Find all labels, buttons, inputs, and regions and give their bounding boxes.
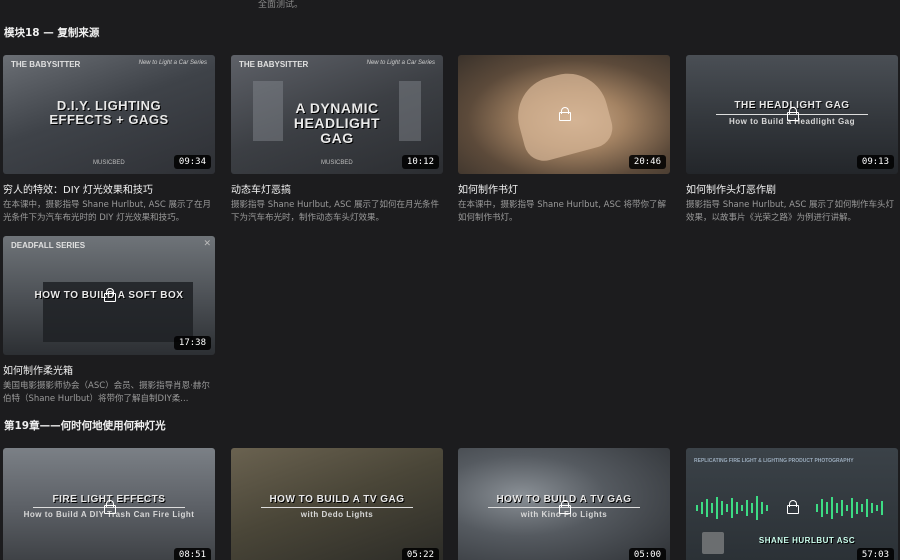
lesson-title[interactable]: 如何制作书灯: [458, 181, 670, 196]
thumb-heading: HOW TO BUILD A TV GAG: [269, 494, 405, 505]
thumb-heading: D.I.Y. LIGHTING EFFECTS + GAGS: [49, 98, 169, 127]
lesson-thumbnail[interactable]: REPLICATING FIRE LIGHT & LIGHTING PRODUC…: [686, 448, 898, 560]
lesson-title[interactable]: 如何制作头灯恶作剧: [686, 181, 898, 196]
lesson-thumbnail[interactable]: DEADFALL SERIES ✕ HOW TO BUILD A SOFT BO…: [3, 236, 215, 355]
video-duration: 05:22: [401, 548, 439, 560]
thumb-series-subtitle: New to Light a Car Series: [366, 60, 435, 66]
thumb-series-label: DEADFALL SERIES: [11, 241, 86, 250]
lesson-thumbnail[interactable]: THE BABYSITTER New to Light a Car Series…: [231, 55, 443, 174]
lesson-card-soft-box[interactable]: DEADFALL SERIES ✕ HOW TO BUILD A SOFT BO…: [3, 236, 215, 405]
lesson-thumbnail[interactable]: 20:46: [458, 55, 670, 174]
lesson-title[interactable]: 穷人的特效：DIY 灯光效果和技巧: [3, 181, 215, 196]
lock-icon: [787, 106, 799, 122]
lesson-title[interactable]: 如何制作柔光箱: [3, 362, 215, 377]
lock-icon: [104, 499, 116, 515]
thumb-series-label: THE BABYSITTER: [239, 60, 309, 69]
lesson-card-dynamic-headlight[interactable]: THE BABYSITTER New to Light a Car Series…: [231, 55, 443, 224]
lesson-thumbnail[interactable]: HOW TO BUILD A TV GAG with Kino Flo Ligh…: [458, 448, 670, 560]
lesson-description: 在本课中，摄影指导 Shane Hurlbut, ASC 展示了在月光条件下为汽…: [3, 200, 212, 223]
lesson-thumbnail[interactable]: THE HEADLIGHT GAG How to Build a Headlig…: [686, 55, 898, 174]
lesson-thumbnail[interactable]: THE BABYSITTER New to Light a Car Series…: [3, 55, 215, 174]
lesson-description: 摄影指导 Shane Hurlbut, ASC 展示了如何制作车头灯效果，以故事…: [686, 200, 895, 223]
video-duration: 09:13: [856, 155, 894, 169]
previous-description-clip: 全面测试。: [258, 0, 304, 10]
thumb-subheading: with Dedo Lights: [300, 510, 374, 519]
lesson-description: 在本课中，摄影指导 Shane Hurlbut, ASC 将带你了解如何制作书灯…: [458, 200, 667, 223]
lesson-card-book-light[interactable]: 20:46 如何制作书灯 在本课中，摄影指导 Shane Hurlbut, AS…: [458, 55, 670, 224]
lesson-card-tv-gag-kino[interactable]: HOW TO BUILD A TV GAG with Kino Flo Ligh…: [458, 448, 670, 560]
lesson-card-fire-light[interactable]: FIRE LIGHT EFFECTS How to Build A DIY Tr…: [3, 448, 215, 560]
lock-icon: [559, 106, 571, 122]
video-duration: 05:00: [628, 548, 666, 560]
lesson-card-tv-gag-dedo[interactable]: HOW TO BUILD A TV GAG with Dedo Lights 0…: [231, 448, 443, 560]
lesson-card-diy-lighting[interactable]: THE BABYSITTER New to Light a Car Series…: [3, 55, 215, 224]
section-title-module-18: 模块18 — 复制来源: [4, 27, 100, 39]
lesson-description: 美国电影摄影师协会（ASC）会员、摄影指导肖恩·赫尔伯特（Shane Hurlb…: [3, 381, 210, 404]
video-duration: 08:51: [173, 548, 211, 560]
section-title-chapter-19: 第19章——何时何地使用何种灯光: [4, 420, 166, 432]
video-duration: 17:38: [173, 336, 211, 350]
lock-icon: [559, 499, 571, 515]
thumb-sponsor: MUSICBED: [321, 160, 353, 166]
thumb-divider: [261, 507, 413, 508]
video-duration: 09:34: [173, 155, 211, 169]
lesson-card-headlight-gag[interactable]: THE HEADLIGHT GAG How to Build a Headlig…: [686, 55, 898, 224]
video-duration: 10:12: [401, 155, 439, 169]
lock-icon: [104, 287, 116, 303]
thumb-series-label: REPLICATING FIRE LIGHT & LIGHTING PRODUC…: [694, 458, 854, 464]
lesson-card-shane-hurlbut[interactable]: REPLICATING FIRE LIGHT & LIGHTING PRODUC…: [686, 448, 898, 560]
thumb-series-subtitle: New to Light a Car Series: [138, 60, 207, 66]
thumb-series-label: THE BABYSITTER: [11, 60, 81, 69]
thumb-sponsor: MUSICBED: [93, 160, 125, 166]
lesson-description: 摄影指导 Shane Hurlbut, ASC 展示了如何在月光条件下为汽车布光…: [231, 200, 440, 223]
lock-icon: [787, 499, 799, 515]
lesson-thumbnail[interactable]: FIRE LIGHT EFFECTS How to Build A DIY Tr…: [3, 448, 215, 560]
lesson-title[interactable]: 动态车灯恶搞: [231, 181, 443, 196]
video-duration: 20:46: [628, 155, 666, 169]
close-icon: ✕: [203, 239, 211, 249]
thumb-heading: A DYNAMIC HEADLIGHT GAG: [293, 100, 381, 146]
lesson-thumbnail[interactable]: HOW TO BUILD A TV GAG with Dedo Lights 0…: [231, 448, 443, 560]
video-duration: 57:03: [856, 548, 894, 560]
thumb-heading: SHANE HURLBUT ASC: [758, 536, 856, 545]
